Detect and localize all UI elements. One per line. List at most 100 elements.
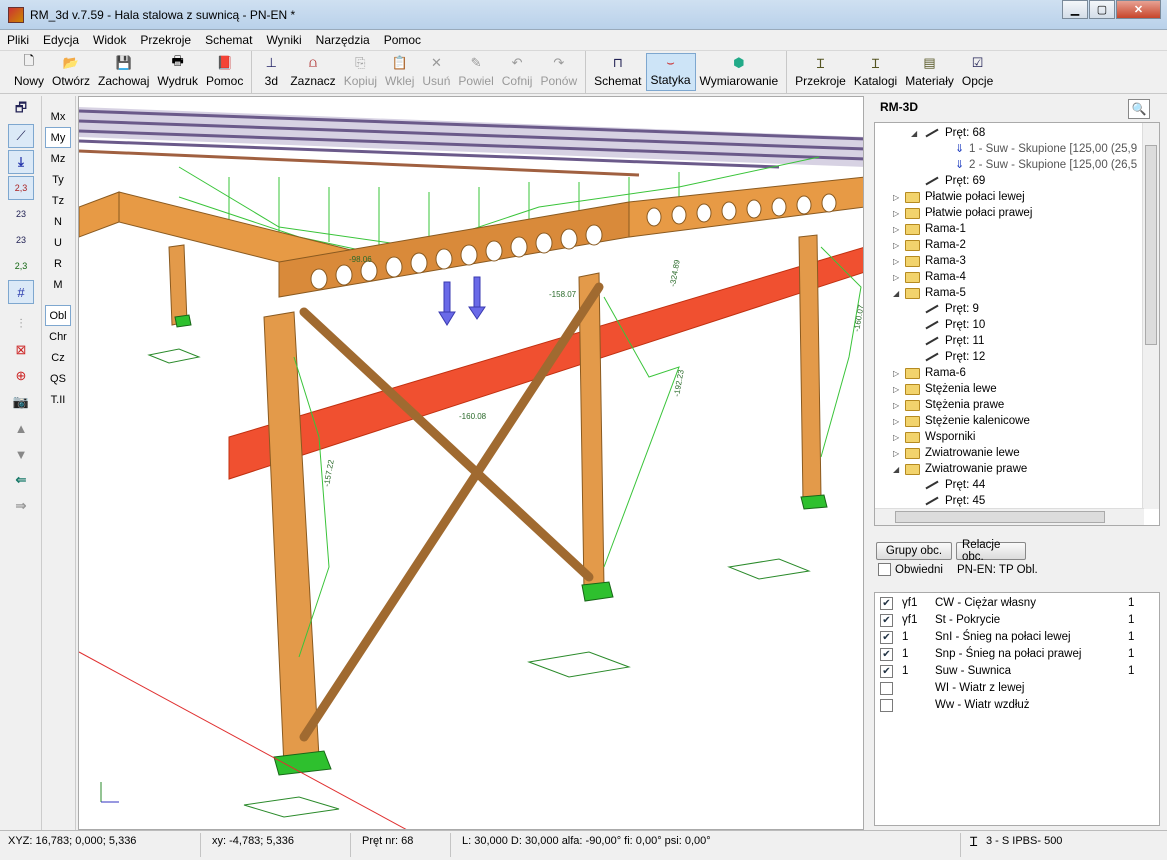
tree-item[interactable]: ▷ Rama-2 xyxy=(893,237,966,253)
tree-item[interactable]: ▷ Rama-6 xyxy=(893,365,966,381)
tree-item[interactable]: ▷ Zwiatrowanie lewe xyxy=(893,445,1020,461)
expand-arrow-icon[interactable]: ▷ xyxy=(893,225,902,234)
load-case-row[interactable]: ✔ 1 Suw - Suwnica 1 xyxy=(880,663,1150,679)
tab-tz[interactable]: Tz xyxy=(45,190,71,211)
help-button[interactable]: 📕 Pomoc xyxy=(202,53,247,91)
load-case-row[interactable]: ✔ γf1 St - Pokrycie 1 xyxy=(880,612,1150,628)
tree-item[interactable]: ◢ Rama-5 xyxy=(893,285,966,301)
close-button[interactable]: ✕ xyxy=(1116,0,1161,19)
tab-qs[interactable]: QS xyxy=(45,368,71,389)
sections-button[interactable]: Ɪ Przekroje xyxy=(791,53,850,91)
values-tool-4[interactable]: 2,3 xyxy=(8,254,34,278)
load-case-checkbox[interactable]: ✔ xyxy=(880,596,893,610)
tab-mx[interactable]: Mx xyxy=(45,106,71,127)
expand-arrow-icon[interactable]: ▷ xyxy=(893,273,902,282)
move-up-tool[interactable]: ▲ xyxy=(8,416,34,440)
tree-item[interactable]: ▷ Płatwie połaci prawej xyxy=(893,205,1032,221)
prev-tool[interactable]: ⇐ xyxy=(8,468,34,492)
tree-item[interactable]: ▷ Stężenie kalenicowe xyxy=(893,413,1030,429)
tab-n[interactable]: N xyxy=(45,211,71,232)
tree-item[interactable]: ⇓ 2 - Suw - Skupione [125,00 (26,5 xyxy=(955,157,1137,173)
values-tool-2[interactable]: 23 xyxy=(8,202,34,226)
expand-arrow-icon[interactable]: ▷ xyxy=(893,401,902,410)
load-case-checkbox[interactable] xyxy=(880,681,893,695)
open-button[interactable]: 📂 Otwórz xyxy=(48,53,94,91)
menu-schemat[interactable]: Schemat xyxy=(198,33,259,47)
tree-item[interactable]: Pręt: 9 xyxy=(923,301,979,317)
redo-button[interactable]: ↷ Ponów xyxy=(536,53,581,91)
tab-mz[interactable]: Mz xyxy=(45,148,71,169)
menu-narzedzia[interactable]: Narzędzia xyxy=(309,33,377,47)
values-tool-3[interactable]: 23 xyxy=(8,228,34,252)
target-tool[interactable]: ⊕ xyxy=(8,364,34,388)
options-button[interactable]: ☑ Opcje xyxy=(958,53,997,91)
tab-cz[interactable]: Cz xyxy=(45,347,71,368)
print-button[interactable]: 🖶 Wydruk xyxy=(153,53,202,91)
properties-tool[interactable]: 🗗 xyxy=(8,98,34,122)
load-case-row[interactable]: ✔ 1 SnI - Śnieg na połaci lewej 1 xyxy=(880,629,1150,645)
members-tool[interactable]: ⟋ xyxy=(8,124,34,148)
collapse-arrow-icon[interactable]: ◢ xyxy=(911,129,920,138)
tree-item[interactable]: Pręt: 11 xyxy=(923,333,984,349)
grid-tool[interactable]: # xyxy=(8,280,34,304)
paste-button[interactable]: 📋 Wklej xyxy=(381,53,418,91)
next-tool[interactable]: ⇒ xyxy=(8,494,34,518)
menu-pliki[interactable]: Pliki xyxy=(0,33,36,47)
menu-pomoc[interactable]: Pomoc xyxy=(377,33,428,47)
tree-scroll-thumb-v[interactable] xyxy=(1145,145,1157,345)
expand-arrow-icon[interactable]: ▷ xyxy=(893,417,902,426)
delete-button[interactable]: ✕ Usuń xyxy=(418,53,454,91)
move-down-tool[interactable]: ▼ xyxy=(8,442,34,466)
tree-item[interactable]: ⇓ 1 - Suw - Skupione [125,00 (25,9 xyxy=(955,141,1137,157)
camera-tool[interactable]: 📷 xyxy=(8,390,34,414)
expand-arrow-icon[interactable]: ▷ xyxy=(893,193,902,202)
expand-arrow-icon[interactable]: ▷ xyxy=(893,257,902,266)
save-button[interactable]: 💾 Zachowaj xyxy=(94,53,153,91)
tab-my[interactable]: My xyxy=(45,127,71,148)
schema-button[interactable]: ⊓ Schemat xyxy=(590,53,645,91)
expand-arrow-icon[interactable]: ▷ xyxy=(893,433,902,442)
load-case-row[interactable]: WI - Wiatr z lewej xyxy=(880,680,1150,696)
tree-item[interactable]: ▷ Rama-3 xyxy=(893,253,966,269)
menu-wyniki[interactable]: Wyniki xyxy=(259,33,308,47)
tab-u[interactable]: U xyxy=(45,232,71,253)
load-relations-button[interactable]: Relacje obc. xyxy=(956,539,1026,563)
tab-m[interactable]: M xyxy=(45,274,71,295)
materials-button[interactable]: ▤ Materiały xyxy=(901,53,958,91)
load-case-row[interactable]: ✔ γf1 CW - Ciężar własny 1 xyxy=(880,595,1150,611)
structure-3d-view[interactable]: -324.89 -192.23 -157.22 -98.06 -160.08 -… xyxy=(79,97,864,830)
hide-tool[interactable]: ⊠ xyxy=(8,338,34,362)
tab-ty[interactable]: Ty xyxy=(45,169,71,190)
catalogs-button[interactable]: Ɪ Katalogi xyxy=(850,53,901,91)
menu-edycja[interactable]: Edycja xyxy=(36,33,86,47)
load-case-checkbox[interactable]: ✔ xyxy=(880,630,893,644)
tab-t2[interactable]: T.II xyxy=(45,389,71,410)
expand-arrow-icon[interactable]: ▷ xyxy=(893,385,902,394)
tree-item[interactable]: Pręt: 12 xyxy=(923,349,985,365)
tab-chr[interactable]: Chr xyxy=(45,326,71,347)
tab-r[interactable]: R xyxy=(45,253,71,274)
tree-scroll-thumb-h[interactable] xyxy=(895,511,1105,523)
tree-item[interactable]: Pręt: 44 xyxy=(923,477,985,493)
tab-obl[interactable]: Obl xyxy=(45,305,71,326)
expand-arrow-icon[interactable]: ▷ xyxy=(893,369,902,378)
load-case-row[interactable]: ✔ 1 Snp - Śnieg na połaci prawej 1 xyxy=(880,646,1150,662)
tree-item[interactable]: ◢ Pręt: 68 xyxy=(911,125,985,141)
undo-button[interactable]: ↶ Cofnij xyxy=(498,53,537,91)
statics-button[interactable]: ⌣ Statyka xyxy=(645,53,696,91)
expand-arrow-icon[interactable]: ▷ xyxy=(893,209,902,218)
tree-item[interactable]: ▷ Rama-4 xyxy=(893,269,966,285)
load-groups-button[interactable]: Grupy obc. xyxy=(876,542,952,560)
new-button[interactable]: 🗋 Nowy xyxy=(10,53,48,91)
load-case-checkbox[interactable] xyxy=(880,698,893,712)
tree-item[interactable]: ▷ Rama-1 xyxy=(893,221,966,237)
supports-tool[interactable]: ⤓ xyxy=(8,150,34,174)
maximize-button[interactable]: ▢ xyxy=(1089,0,1115,19)
tree-item[interactable]: ▷ Płatwie połaci lewej xyxy=(893,189,1025,205)
expand-arrow-icon[interactable]: ▷ xyxy=(893,241,902,250)
dimensioning-button[interactable]: ⬢ Wymiarowanie xyxy=(696,53,783,91)
values-tool[interactable]: 2,3 xyxy=(8,176,34,200)
search-button[interactable]: 🔍 xyxy=(1128,99,1150,119)
load-cases-list[interactable]: ✔ γf1 CW - Ciężar własny 1 ✔ γf1 St - Pokrycie… xyxy=(874,592,1160,826)
tree-scrollbar-vertical[interactable] xyxy=(1142,123,1159,509)
